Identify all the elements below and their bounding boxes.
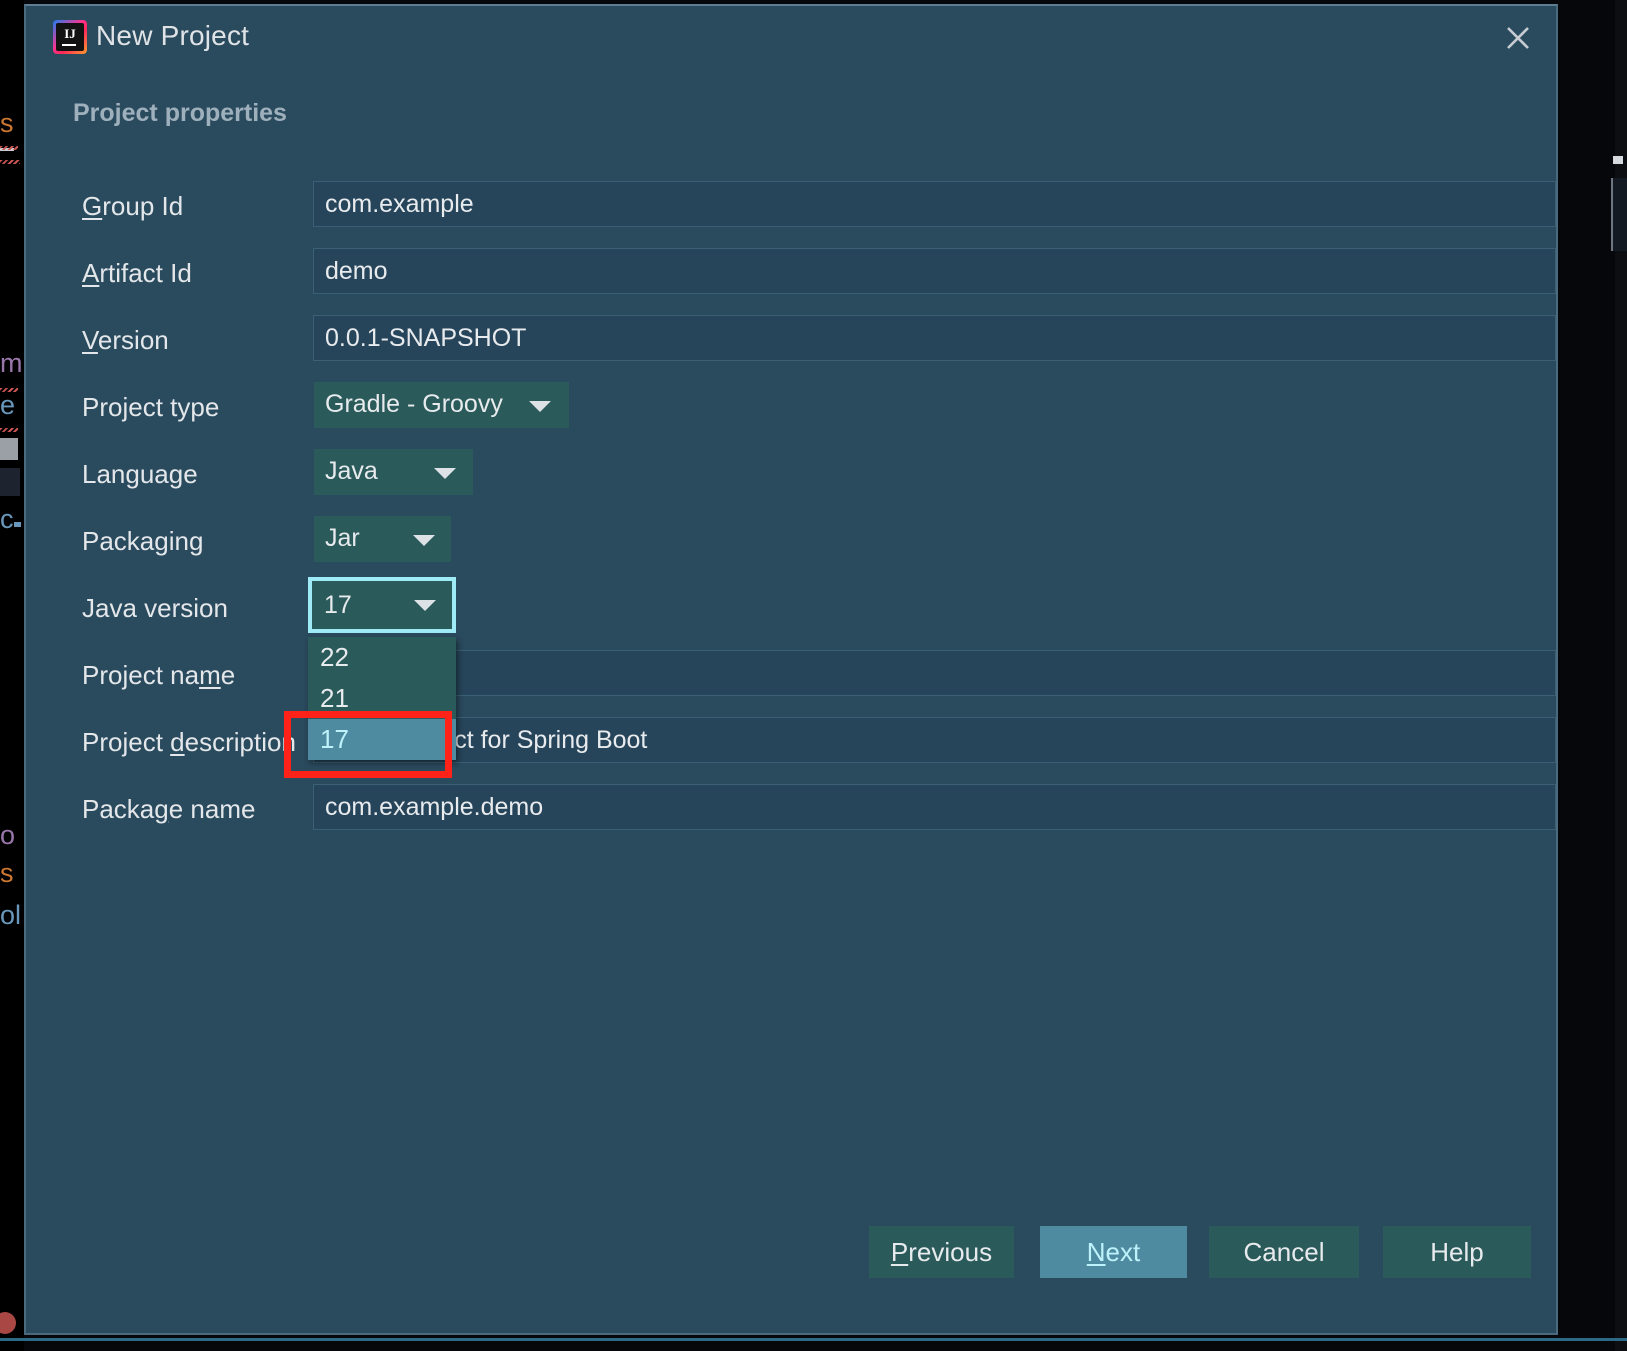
packaging-value: Jar bbox=[325, 524, 360, 552]
dialog-title: New Project bbox=[96, 20, 250, 51]
chevron-down-icon bbox=[414, 600, 436, 611]
ide-code-fragment: m bbox=[0, 348, 23, 378]
form-row-java-version: Java version 17 bbox=[26, 577, 1556, 647]
label-package-name: Package name bbox=[82, 794, 256, 824]
ide-selection-marker bbox=[0, 438, 18, 460]
project-description-input[interactable]: Demo project for Spring Boot bbox=[313, 717, 1556, 763]
ide-code-fragment: e bbox=[0, 390, 16, 420]
label-language: Language bbox=[82, 459, 198, 489]
next-button[interactable]: Next bbox=[1040, 1226, 1187, 1278]
cancel-button[interactable]: Cancel bbox=[1209, 1226, 1359, 1278]
project-properties-form: Group Id com.example Artifact Id demo Ve… bbox=[26, 178, 1556, 848]
help-button[interactable]: Help bbox=[1383, 1226, 1531, 1278]
new-project-dialog: IJ New Project Project properties Group … bbox=[24, 4, 1558, 1335]
logo-underbar bbox=[62, 44, 76, 46]
label-version: Version bbox=[82, 325, 169, 355]
dropdown-option-17[interactable]: 17 bbox=[308, 719, 456, 760]
close-icon[interactable] bbox=[1496, 16, 1540, 60]
dialog-button-row: Previous Next Cancel Help bbox=[26, 1226, 1556, 1286]
dropdown-option-22[interactable]: 22 bbox=[308, 637, 456, 678]
package-name-input[interactable]: com.example.demo bbox=[313, 784, 1556, 830]
project-name-input[interactable] bbox=[313, 650, 1556, 696]
section-header: Project properties bbox=[73, 99, 287, 127]
intellij-idea-logo-icon: IJ bbox=[53, 20, 87, 54]
label-project-type: Project type bbox=[82, 392, 220, 422]
version-input[interactable]: 0.0.1-SNAPSHOT bbox=[313, 315, 1556, 361]
packaging-dropdown[interactable]: Jar bbox=[314, 516, 451, 562]
java-version-dropdown-list[interactable]: 22 21 17 bbox=[308, 637, 456, 760]
ide-scrollbar-marker bbox=[1613, 156, 1623, 164]
ide-status-bar-line bbox=[0, 1338, 1627, 1341]
form-row-project-type: Project type Gradle - Groovy bbox=[26, 379, 1556, 446]
form-row-project-name: Project name bbox=[26, 647, 1556, 714]
group-id-input[interactable]: com.example bbox=[313, 181, 1556, 227]
label-packaging: Packaging bbox=[82, 526, 204, 556]
chevron-down-icon bbox=[434, 468, 456, 479]
form-row-package-name: Package name com.example.demo bbox=[26, 781, 1556, 848]
ide-code-fragment: s bbox=[0, 858, 14, 888]
form-row-project-description: Project description Demo project for Spr… bbox=[26, 714, 1556, 781]
language-value: Java bbox=[325, 457, 378, 485]
label-project-description: Project description bbox=[82, 727, 296, 757]
label-java-version: Java version bbox=[82, 593, 228, 623]
chevron-down-icon bbox=[413, 535, 435, 546]
form-row-artifact-id: Artifact Id demo bbox=[26, 245, 1556, 312]
chevron-down-icon bbox=[529, 401, 551, 412]
label-group-id: Group Id bbox=[82, 191, 184, 221]
project-type-value: Gradle - Groovy bbox=[325, 390, 503, 418]
form-row-packaging: Packaging Jar bbox=[26, 513, 1556, 580]
ide-code-dot bbox=[14, 522, 21, 527]
form-row-language: Language Java bbox=[26, 446, 1556, 513]
ide-code-fragment: o bbox=[0, 820, 16, 850]
form-row-group-id: Group Id com.example bbox=[26, 178, 1556, 245]
ide-code-fragment: c bbox=[0, 504, 14, 534]
ide-code-fragment: ol bbox=[0, 900, 22, 930]
ide-scroll-viewport-block bbox=[1611, 178, 1627, 251]
label-project-name: Project name bbox=[82, 660, 236, 690]
artifact-id-input[interactable]: demo bbox=[313, 248, 1556, 294]
ide-left-gutter bbox=[0, 0, 24, 1351]
project-type-dropdown[interactable]: Gradle - Groovy bbox=[314, 382, 569, 428]
java-version-dropdown[interactable]: 17 bbox=[308, 577, 456, 633]
label-artifact-id: Artifact Id bbox=[82, 258, 192, 288]
logo-letters: IJ bbox=[64, 26, 76, 41]
dialog-title-bar: IJ New Project bbox=[26, 6, 1556, 68]
ide-error-squiggle bbox=[0, 146, 18, 150]
dropdown-option-21[interactable]: 21 bbox=[308, 678, 456, 719]
language-dropdown[interactable]: Java bbox=[314, 449, 473, 495]
ide-panel-edge bbox=[0, 468, 20, 496]
ide-code-fragment: s bbox=[0, 108, 14, 138]
ide-error-squiggle bbox=[0, 428, 18, 432]
form-row-version: Version 0.0.1-SNAPSHOT bbox=[26, 312, 1556, 379]
previous-button[interactable]: Previous bbox=[869, 1226, 1014, 1278]
ide-error-squiggle bbox=[0, 160, 20, 164]
